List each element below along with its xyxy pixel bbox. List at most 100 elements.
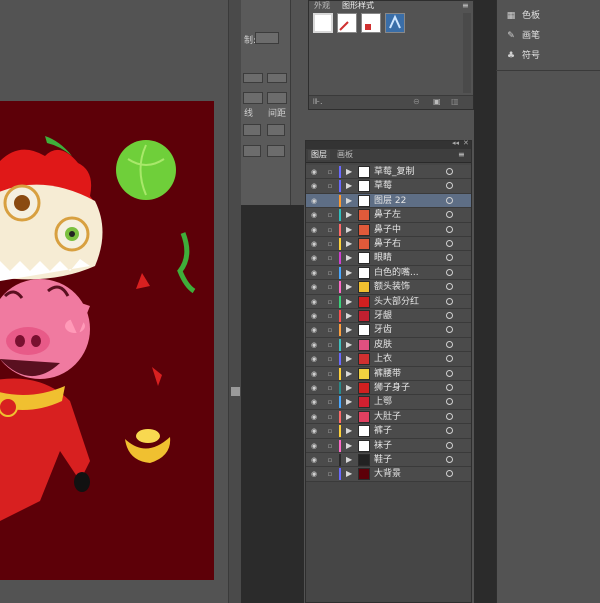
layer-row[interactable]: ◉ ▫ ▶ 牙齿	[306, 323, 471, 338]
library-menu-icon[interactable]: ⊪.	[313, 97, 323, 106]
layer-name[interactable]: 皮肤	[374, 338, 392, 352]
layer-name[interactable]: 上鄂	[374, 395, 392, 409]
expand-arrow-icon[interactable]: ▶	[346, 426, 352, 436]
target-circle-icon[interactable]	[446, 369, 453, 377]
target-circle-icon[interactable]	[446, 441, 453, 449]
target-circle-icon[interactable]	[446, 240, 453, 247]
target-circle-icon[interactable]	[446, 297, 453, 305]
visibility-eye-icon[interactable]: ◉	[309, 167, 319, 177]
lock-icon[interactable]: ▫	[326, 397, 334, 407]
panel-scrollbar[interactable]	[463, 13, 471, 93]
expand-arrow-icon[interactable]: ▶	[346, 412, 352, 422]
expand-arrow-icon[interactable]: ▶	[346, 469, 352, 479]
target-circle-icon[interactable]	[446, 470, 453, 478]
visibility-eye-icon[interactable]: ◉	[309, 210, 319, 220]
layer-row[interactable]: ◉ ▫ ▶ 大背景	[306, 467, 471, 482]
visibility-eye-icon[interactable]: ◉	[309, 455, 319, 465]
spacing-button[interactable]	[243, 92, 263, 104]
expand-arrow-icon[interactable]: ▶	[346, 311, 352, 321]
expand-arrow-icon[interactable]: ▶	[346, 340, 352, 350]
scrollbar-thumb[interactable]	[231, 387, 240, 396]
lock-icon[interactable]: ▫	[326, 210, 334, 220]
dock-item-symbols[interactable]: ♣ 符号	[505, 48, 540, 64]
layer-name[interactable]: 鞋子	[374, 453, 392, 467]
visibility-eye-icon[interactable]: ◉	[309, 412, 319, 422]
layer-name[interactable]: 大背景	[374, 467, 401, 481]
target-circle-icon[interactable]	[446, 196, 453, 204]
target-circle-icon[interactable]	[446, 456, 453, 463]
target-circle-icon[interactable]	[446, 268, 453, 276]
style-swatch-default[interactable]	[313, 13, 333, 33]
layer-row[interactable]: ◉ ▫ ▶ 上鄂	[306, 395, 471, 410]
expand-arrow-icon[interactable]: ▶	[346, 455, 352, 465]
layer-row[interactable]: ◉ ▫ ▶ 草莓	[306, 179, 471, 194]
target-circle-icon[interactable]	[446, 427, 453, 435]
target-circle-icon[interactable]	[446, 211, 453, 219]
expand-arrow-icon[interactable]: ▶	[346, 441, 352, 451]
layer-row[interactable]: ◉ ▫ ▶ 鼻子左	[306, 208, 471, 223]
lock-icon[interactable]: ▫	[326, 369, 334, 379]
visibility-eye-icon[interactable]: ◉	[309, 325, 319, 335]
layer-name[interactable]: 狮子身子	[374, 381, 410, 395]
visibility-eye-icon[interactable]: ◉	[309, 340, 319, 350]
spacing-button[interactable]	[267, 92, 287, 104]
layer-name[interactable]: 头大部分红	[374, 295, 419, 309]
lock-icon[interactable]: ▫	[326, 282, 334, 292]
layer-row[interactable]: ◉ ▫ ▶ 白色的嘴...	[306, 265, 471, 281]
target-circle-icon[interactable]	[446, 182, 453, 190]
expand-arrow-icon[interactable]: ▶	[346, 239, 352, 249]
expand-arrow-icon[interactable]: ▶	[346, 325, 352, 335]
layer-name[interactable]: 草莓_复制	[374, 165, 415, 179]
lock-icon[interactable]: ▫	[326, 181, 334, 191]
lock-icon[interactable]: ▫	[326, 268, 334, 278]
expand-arrow-icon[interactable]: ▶	[346, 181, 352, 191]
layer-row[interactable]: ◉ ▫ ▶ 大肚子	[306, 409, 471, 425]
panel-menu-icon[interactable]: ≡	[462, 1, 469, 10]
prop-field[interactable]	[267, 124, 285, 136]
layer-row[interactable]: ◉ ▫ ▶ 上衣	[306, 352, 471, 367]
expand-arrow-icon[interactable]: ▶	[346, 383, 352, 393]
visibility-eye-icon[interactable]: ◉	[309, 311, 319, 321]
visibility-eye-icon[interactable]: ◉	[309, 196, 319, 206]
target-circle-icon[interactable]	[446, 326, 453, 334]
lock-icon[interactable]: ▫	[326, 383, 334, 393]
dock-item-brushes[interactable]: ✎ 画笔	[505, 28, 540, 44]
canvas-area[interactable]	[0, 0, 228, 603]
target-circle-icon[interactable]	[446, 283, 453, 291]
visibility-eye-icon[interactable]: ◉	[309, 225, 319, 235]
visibility-eye-icon[interactable]: ◉	[309, 441, 319, 451]
visibility-eye-icon[interactable]: ◉	[309, 239, 319, 249]
layer-row[interactable]: ◉ ▫ ▶ 裤腰带	[306, 366, 471, 381]
layer-name[interactable]: 眼睛	[374, 251, 392, 265]
dock-item-swatches[interactable]: ▦ 色板	[505, 8, 540, 24]
layer-name[interactable]: 裤腰带	[374, 367, 401, 381]
tab-artboards[interactable]: 画板	[334, 150, 356, 160]
layer-row[interactable]: ◉ ▫ ▶ 裤子	[306, 424, 471, 439]
layer-row[interactable]: ◉ ▫ ▶ 头大部分红	[306, 294, 471, 309]
lock-icon[interactable]: ▫	[326, 225, 334, 235]
target-circle-icon[interactable]	[446, 340, 453, 348]
layer-name[interactable]: 牙齿	[374, 323, 392, 337]
visibility-eye-icon[interactable]: ◉	[309, 354, 319, 364]
target-circle-icon[interactable]	[446, 254, 453, 262]
align-button[interactable]	[267, 73, 287, 83]
lock-icon[interactable]: ▫	[326, 441, 334, 451]
visibility-eye-icon[interactable]: ◉	[309, 397, 319, 407]
layer-name[interactable]: 牙龈	[374, 309, 392, 323]
style-swatch-none[interactable]	[337, 13, 357, 33]
prop-field[interactable]	[243, 124, 261, 136]
layer-row[interactable]: ◉ ▫ ▶ 草莓_复制	[306, 165, 471, 180]
visibility-eye-icon[interactable]: ◉	[309, 469, 319, 479]
visibility-eye-icon[interactable]: ◉	[309, 253, 319, 263]
target-circle-icon[interactable]	[446, 412, 453, 420]
lock-icon[interactable]	[326, 196, 334, 206]
visibility-eye-icon[interactable]: ◉	[309, 282, 319, 292]
expand-arrow-icon[interactable]: ▶	[346, 268, 352, 278]
target-circle-icon[interactable]	[446, 168, 453, 175]
visibility-eye-icon[interactable]: ◉	[309, 297, 319, 307]
layer-row[interactable]: ◉ ▫ ▶ 皮肤	[306, 337, 471, 353]
visibility-eye-icon[interactable]: ◉	[309, 426, 319, 436]
lock-icon[interactable]: ▫	[326, 325, 334, 335]
layer-name[interactable]: 白色的嘴...	[374, 266, 419, 280]
layer-name[interactable]: 上衣	[374, 352, 392, 366]
